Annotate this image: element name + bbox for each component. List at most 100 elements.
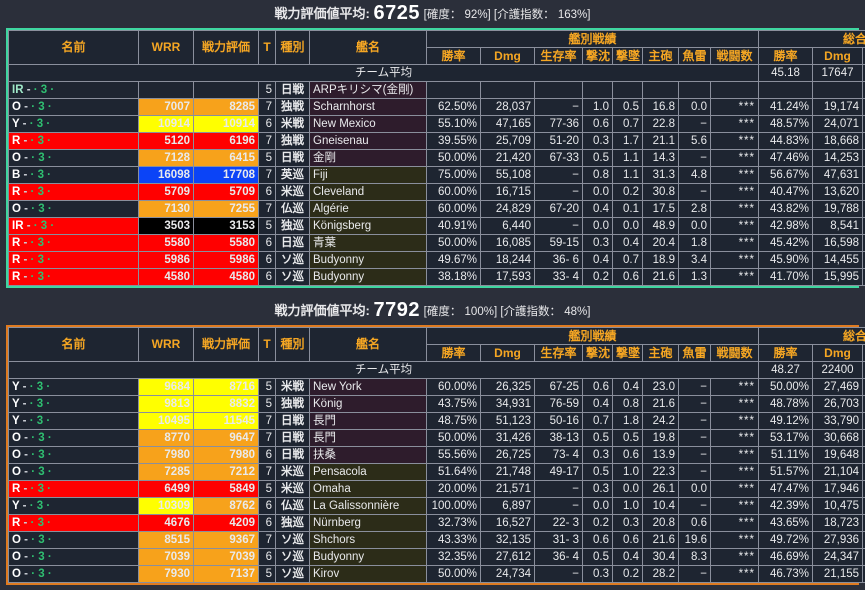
ship-name[interactable]: Pensacola	[309, 463, 427, 481]
ship-name[interactable]: Budyonny	[309, 268, 427, 286]
th-ship-sink[interactable]: 撃沈	[582, 47, 613, 65]
player-name-cell[interactable]: Y - · 3 ·	[8, 497, 139, 515]
player-name-cell[interactable]: B - · 3 ·	[8, 166, 139, 184]
th-ship-dmg[interactable]: Dmg	[480, 47, 535, 65]
ship-name[interactable]: New Mexico	[309, 115, 427, 133]
player-row[interactable]: R - · 3 · 5709 5709 6 米巡 Cleveland 60.00% 16,7…	[8, 183, 865, 201]
ship-name[interactable]: Kirov	[309, 565, 427, 583]
th-total-winrate[interactable]: 勝率	[758, 344, 814, 362]
player-row[interactable]: R - · 3 · 5580 5580 6 日巡 青葉 50.00% 16,085 59-15…	[8, 234, 865, 252]
player-row[interactable]: R - · 3 · 5120 6196 7 独戦 Gneisenau 39.55% 25,7…	[8, 132, 865, 150]
player-name-cell[interactable]: O - · 3 ·	[8, 565, 139, 583]
th-ship-battles[interactable]: 戦闘数	[709, 344, 760, 362]
player-row[interactable]: O - · 3 · 7930 7137 5 ソ巡 Kirov 50.00% 24,734−0…	[8, 565, 865, 583]
player-name-cell[interactable]: O - · 3 ·	[8, 463, 139, 481]
th-name[interactable]: 名前	[8, 327, 139, 362]
player-name-cell[interactable]: O - · 3 ·	[8, 548, 139, 566]
th-total-dmg[interactable]: Dmg	[812, 344, 864, 362]
th-tier[interactable]: T	[258, 327, 276, 362]
player-name-cell[interactable]: O - · 3 ·	[8, 429, 139, 447]
th-ship-sink[interactable]: 撃沈	[582, 344, 613, 362]
ship-name[interactable]: Scharnhorst	[309, 98, 427, 116]
th-tier[interactable]: T	[258, 30, 276, 65]
player-name-cell[interactable]: R - · 3 ·	[8, 480, 139, 498]
player-name-cell[interactable]: Y - · 3 ·	[8, 115, 139, 133]
ship-name[interactable]: 長門	[309, 412, 427, 430]
player-name-cell[interactable]: IR - · 3 ·	[8, 81, 139, 99]
player-name-cell[interactable]: O - · 3 ·	[8, 98, 139, 116]
player-row[interactable]: O - · 3 · 7130 7255 7 仏巡 Algérie 60.00% 24,829…	[8, 200, 865, 218]
ship-name[interactable]: Algérie	[309, 200, 427, 218]
ship-name[interactable]: Shchors	[309, 531, 427, 549]
player-name-cell[interactable]: O - · 3 ·	[8, 446, 139, 464]
th-ship-dmg[interactable]: Dmg	[480, 344, 535, 362]
player-row[interactable]: O - · 3 · 7285 7212 7 米巡 Pensacola 51.64% 21,7…	[8, 463, 865, 481]
player-name-cell[interactable]: R - · 3 ·	[8, 132, 139, 150]
player-name-cell[interactable]: R - · 3 ·	[8, 234, 139, 252]
th-ship-winrate[interactable]: 勝率	[426, 47, 481, 65]
th-ship-survival[interactable]: 生存率	[534, 344, 583, 362]
player-row[interactable]: O - · 3 · 7039 7039 6 ソ巡 Budyonny 32.35% 27,61…	[8, 548, 865, 566]
ship-name[interactable]: Budyonny	[309, 548, 427, 566]
th-total-dmg[interactable]: Dmg	[812, 47, 864, 65]
player-name-cell[interactable]: O - · 3 ·	[8, 531, 139, 549]
ship-name[interactable]: 金剛	[309, 149, 427, 167]
ship-name[interactable]: Fiji	[309, 166, 427, 184]
th-type[interactable]: 種別	[275, 30, 310, 65]
player-row[interactable]: R - · 3 · 6499 5849 5 米巡 Omaha 20.00% 21,571−0…	[8, 480, 865, 498]
th-rating[interactable]: 戦力評価	[193, 30, 259, 65]
ship-name[interactable]: 扶桑	[309, 446, 427, 464]
th-ship-battles[interactable]: 戦闘数	[709, 47, 760, 65]
player-row[interactable]: B - · 3 · 16098 17708 7 英巡 Fiji 75.00% 55,108−…	[8, 166, 865, 184]
ship-name[interactable]: Budyonny	[309, 251, 427, 269]
th-ship-torp[interactable]: 魚雷	[678, 47, 711, 65]
player-row[interactable]: R - · 3 · 4580 4580 6 ソ巡 Budyonny 38.18% 17,59…	[8, 268, 865, 286]
player-name-cell[interactable]: O - · 3 ·	[8, 149, 139, 167]
player-row[interactable]: R - · 3 · 5986 5986 6 ソ巡 Budyonny 49.67% 18,24…	[8, 251, 865, 269]
player-name-cell[interactable]: Y - · 3 ·	[8, 378, 139, 396]
ship-name[interactable]: König	[309, 395, 427, 413]
ship-name[interactable]: Nürnberg	[309, 514, 427, 532]
th-ship-plane[interactable]: 撃墜	[612, 47, 643, 65]
th-wrr[interactable]: WRR	[138, 30, 194, 65]
ship-name[interactable]: Omaha	[309, 480, 427, 498]
player-row[interactable]: Y - · 3 · 10309 8762 6 仏巡 La Galissonnière 10…	[8, 497, 865, 515]
player-name-cell[interactable]: Y - · 3 ·	[8, 395, 139, 413]
ship-name[interactable]: 長門	[309, 429, 427, 447]
ship-name[interactable]: La Galissonnière	[309, 497, 427, 515]
player-row[interactable]: IR - · 3 · 3503 3153 5 独巡 Königsberg 40.91% 6,…	[8, 217, 865, 235]
player-name-cell[interactable]: R - · 3 ·	[8, 514, 139, 532]
player-name-cell[interactable]: O - · 3 ·	[8, 200, 139, 218]
player-name-cell[interactable]: IR - · 3 ·	[8, 217, 139, 235]
th-ship[interactable]: 艦名	[309, 30, 427, 65]
player-row[interactable]: O - · 3 · 8770 9647 7 日戦 長門 50.00% 31,426 38-13…	[8, 429, 865, 447]
player-name-cell[interactable]: Y - · 3 ·	[8, 412, 139, 430]
th-ship-torp[interactable]: 魚雷	[678, 344, 711, 362]
ship-name[interactable]: New York	[309, 378, 427, 396]
th-ship[interactable]: 艦名	[309, 327, 427, 362]
player-row[interactable]: O - · 3 · 7980 7980 6 日戦 扶桑 55.56% 26,725 73- 4…	[8, 446, 865, 464]
player-name-cell[interactable]: R - · 3 ·	[8, 183, 139, 201]
th-ship-main[interactable]: 主砲	[642, 344, 679, 362]
player-name-cell[interactable]: R - · 3 ·	[8, 268, 139, 286]
player-name-cell[interactable]: R - · 3 ·	[8, 251, 139, 269]
th-ship-main[interactable]: 主砲	[642, 47, 679, 65]
ship-name[interactable]: ARPキリシマ(金剛)	[309, 81, 427, 99]
th-ship-survival[interactable]: 生存率	[534, 47, 583, 65]
player-row[interactable]: IR - · 3 · 5 日戦 ARPキリシマ(金剛)	[8, 81, 865, 99]
player-row[interactable]: Y - · 3 · 10914 10914 6 米戦 New Mexico 55.10% 4…	[8, 115, 865, 133]
th-ship-plane[interactable]: 撃墜	[612, 344, 643, 362]
player-row[interactable]: R - · 3 · 4676 4209 6 独巡 Nürnberg 32.73% 16,52…	[8, 514, 865, 532]
ship-name[interactable]: 青葉	[309, 234, 427, 252]
ship-name[interactable]: Gneisenau	[309, 132, 427, 150]
th-total-winrate[interactable]: 勝率	[758, 47, 814, 65]
th-rating[interactable]: 戦力評価	[193, 327, 259, 362]
th-type[interactable]: 種別	[275, 327, 310, 362]
player-row[interactable]: Y - · 3 · 9813 8832 5 独戦 König 43.75% 34,931 76…	[8, 395, 865, 413]
th-name[interactable]: 名前	[8, 30, 139, 65]
player-row[interactable]: O - · 3 · 7007 8285 7 独戦 Scharnhorst 62.50% 28…	[8, 98, 865, 116]
th-ship-winrate[interactable]: 勝率	[426, 344, 481, 362]
th-wrr[interactable]: WRR	[138, 327, 194, 362]
ship-name[interactable]: Königsberg	[309, 217, 427, 235]
ship-name[interactable]: Cleveland	[309, 183, 427, 201]
